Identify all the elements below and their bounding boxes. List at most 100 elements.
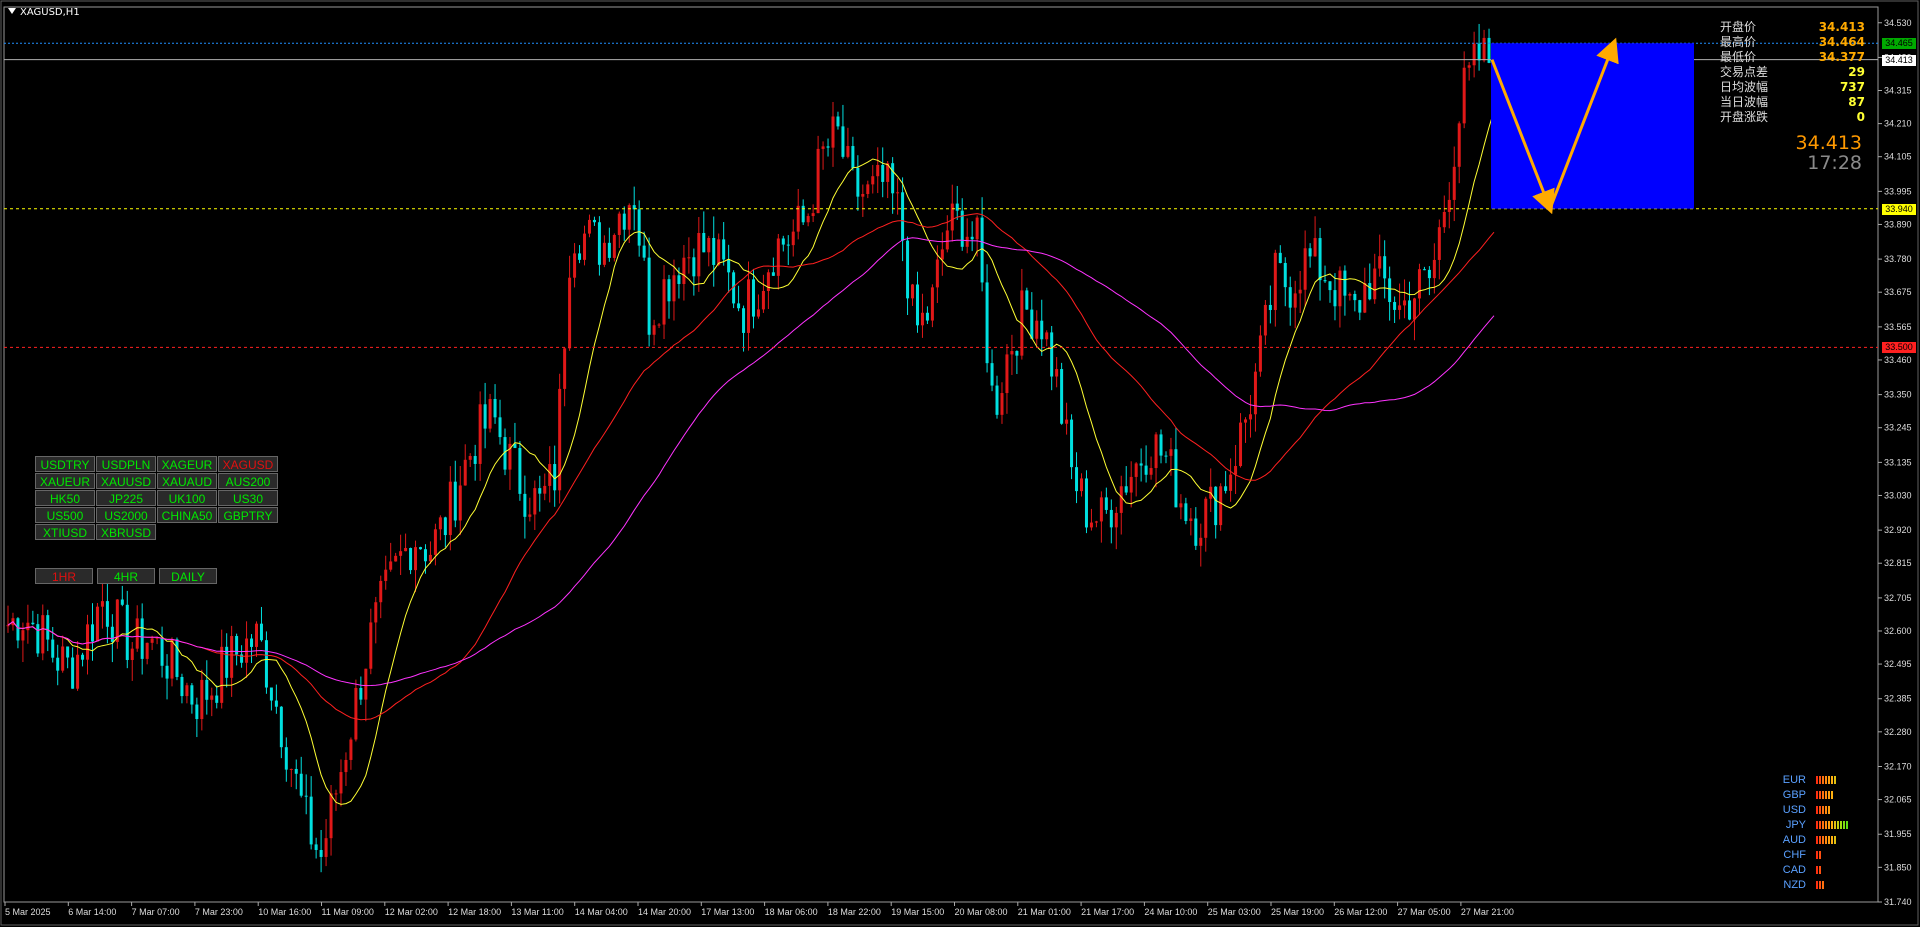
candle-body <box>488 398 492 429</box>
candle-body <box>548 464 552 486</box>
price-tick-label: 33.030 <box>1884 490 1912 500</box>
candle-body <box>742 308 746 333</box>
candle-body <box>1358 300 1362 313</box>
strength-bar <box>1816 865 1818 874</box>
strength-bar <box>1834 835 1836 844</box>
symbol-button-xtiusd[interactable]: XTIUSD <box>35 524 95 540</box>
candle-body <box>205 679 209 700</box>
currency-strength-bars <box>1816 790 1833 799</box>
strength-bar <box>1819 865 1821 874</box>
candle-body <box>791 231 795 246</box>
candle-body <box>100 601 104 607</box>
strength-bar <box>1819 880 1821 889</box>
symbol-button-china50[interactable]: CHINA50 <box>157 507 217 523</box>
symbol-button-xaueur[interactable]: XAUEUR <box>35 473 95 489</box>
symbol-button-xauusd[interactable]: XAUUSD <box>96 473 156 489</box>
symbol-button-hk50[interactable]: HK50 <box>35 490 95 506</box>
candle-body <box>1323 280 1327 282</box>
strength-bar <box>1843 820 1845 829</box>
candle-body <box>374 602 378 623</box>
timeframe-switcher: 1HR 4HR DAILY <box>35 568 217 584</box>
candle-body <box>647 257 651 335</box>
symbol-button-uk100[interactable]: UK100 <box>157 490 217 506</box>
candle-body <box>1164 455 1168 457</box>
symbol-button-gbptry[interactable]: GBPTRY <box>218 507 278 523</box>
candle-body <box>309 796 313 845</box>
candle-body <box>826 146 830 148</box>
candle-body <box>990 363 994 386</box>
candle-body <box>409 548 413 571</box>
candle-body <box>36 624 40 654</box>
candle-body <box>61 646 65 671</box>
symbol-button-us500[interactable]: US500 <box>35 507 95 523</box>
candle-body <box>1412 298 1416 320</box>
candle-body <box>523 493 527 517</box>
candle-body <box>394 555 398 562</box>
candle-body <box>1482 37 1486 61</box>
candle-body <box>294 768 298 774</box>
chart-menu-icon[interactable] <box>8 8 16 14</box>
info-label: 开盘涨跌 <box>1720 110 1769 124</box>
currency-name: JPY <box>1785 818 1806 831</box>
strength-bar <box>1822 880 1824 889</box>
candle-body <box>66 646 70 658</box>
candle-body <box>1169 449 1173 456</box>
symbol-button-xageur[interactable]: XAGEUR <box>157 456 217 472</box>
symbol-button-xauaud[interactable]: XAUAUD <box>157 473 217 489</box>
candle-body <box>1422 269 1426 271</box>
quote-info-panel: 开盘价 34.413 最高价 34.464 最低价 34.377 交易点差 29 日均波幅 737… <box>1720 20 1865 125</box>
strength-bar <box>1825 820 1827 829</box>
candle-body <box>1234 466 1238 475</box>
price-tick-label: 31.955 <box>1884 829 1912 839</box>
candle-body <box>483 404 487 429</box>
time-tick-label: 25 Mar 03:00 <box>1208 907 1261 917</box>
symbol-button-aus200[interactable]: AUS200 <box>218 473 278 489</box>
time-tick-label: 5 Mar 2025 <box>5 907 51 917</box>
candle-body <box>930 287 934 321</box>
candle-body <box>1283 262 1287 288</box>
price-tick-label: 33.890 <box>1884 219 1912 229</box>
currency-row: AUD <box>1768 832 1878 847</box>
candle-body <box>453 481 457 521</box>
candle-body <box>642 245 646 258</box>
symbol-button-jp225[interactable]: JP225 <box>96 490 156 506</box>
symbol-button-us30[interactable]: US30 <box>218 490 278 506</box>
symbol-button-usdtry[interactable]: USDTRY <box>35 456 95 472</box>
symbol-button-us2000[interactable]: US2000 <box>96 507 156 523</box>
time-tick-label: 19 Mar 15:00 <box>891 907 944 917</box>
candle-body <box>1467 65 1471 68</box>
candle-body <box>891 163 895 194</box>
timeframe-button-daily[interactable]: DAILY <box>159 568 217 584</box>
strength-bar <box>1819 820 1821 829</box>
candle-body <box>1060 369 1064 424</box>
candle-body <box>1194 518 1198 546</box>
symbol-button-xbrusd[interactable]: XBRUSD <box>96 524 156 540</box>
timeframe-button-4hr[interactable]: 4HR <box>97 568 155 584</box>
candle-body <box>831 116 835 148</box>
candle-body <box>1403 300 1407 306</box>
symbol-button-xagusd[interactable]: XAGUSD <box>218 456 278 472</box>
price-chart[interactable]: 34.53034.42034.31534.21034.10533.99533.8… <box>0 0 1920 927</box>
strength-bar <box>1816 820 1818 829</box>
info-row: 最高价 34.464 <box>1720 35 1865 50</box>
candle-body <box>1154 434 1158 469</box>
candle-body <box>1273 252 1277 311</box>
candle-body <box>950 203 954 231</box>
candle-body <box>51 639 55 658</box>
price-tick-label: 32.495 <box>1884 659 1912 669</box>
strength-bar <box>1816 775 1818 784</box>
candle-body <box>120 599 124 605</box>
price-tick-label: 33.780 <box>1884 254 1912 264</box>
time-tick-label: 17 Mar 13:00 <box>701 907 754 917</box>
timeframe-button-1hr[interactable]: 1HR <box>35 568 93 584</box>
candle-body <box>1417 269 1421 299</box>
time-tick-label: 20 Mar 08:00 <box>955 907 1008 917</box>
candle-body <box>578 253 582 260</box>
candle-body <box>1253 371 1257 415</box>
symbol-button-usdpln[interactable]: USDPLN <box>96 456 156 472</box>
candle-body <box>1368 283 1372 300</box>
time-tick-label: 6 Mar 14:00 <box>68 907 116 917</box>
candle-body <box>692 257 696 277</box>
strength-bar <box>1828 835 1830 844</box>
candle-body <box>995 385 999 415</box>
